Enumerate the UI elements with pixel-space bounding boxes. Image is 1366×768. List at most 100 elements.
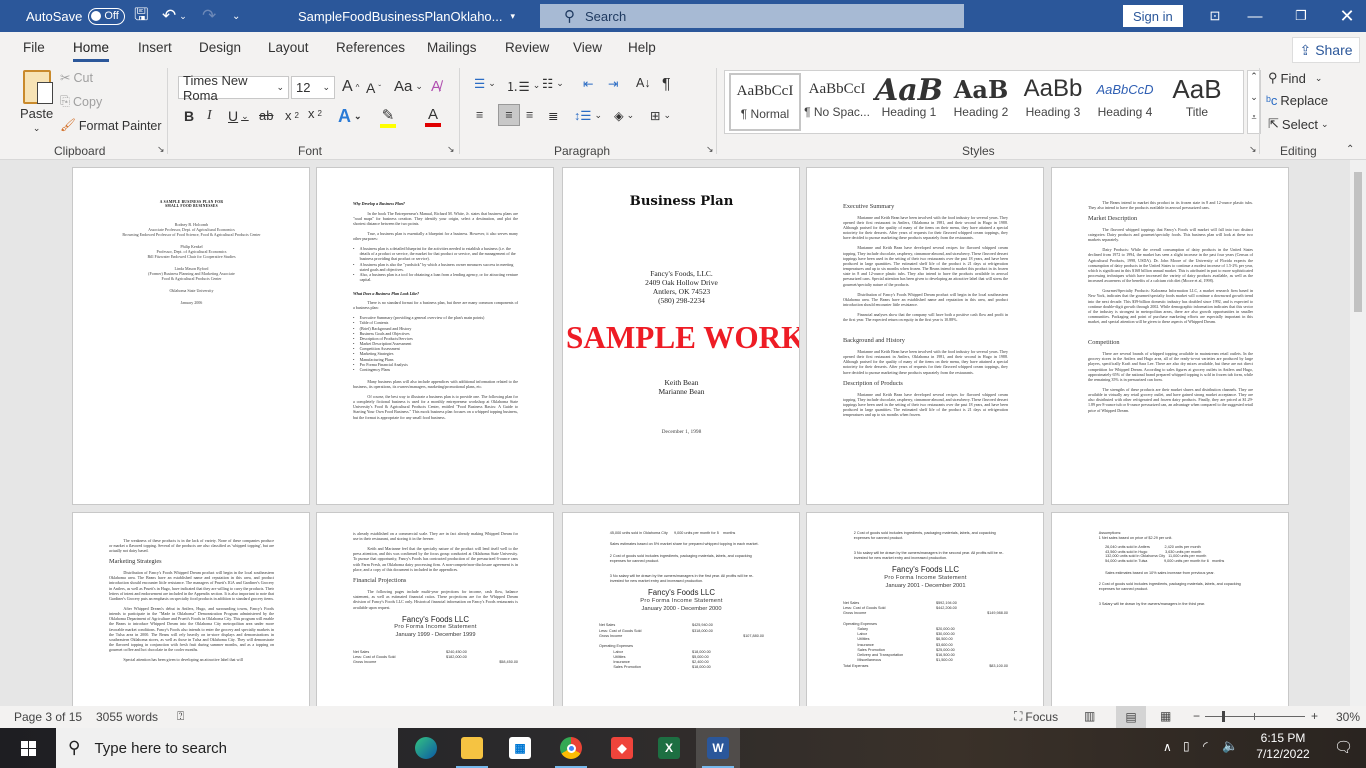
tab-view[interactable]: View (573, 40, 602, 55)
style-no-spacing[interactable]: AaBbCcI ¶ No Spac... (801, 73, 873, 131)
superscript-icon[interactable]: x2 (308, 106, 322, 121)
web-layout-icon[interactable]: ▦ (1160, 709, 1171, 723)
justify-icon[interactable]: ≣ (548, 108, 558, 123)
paste-dropdown-icon[interactable]: ⌄ (33, 123, 41, 134)
more-styles-icon[interactable]: ⩡ (1251, 112, 1256, 133)
decrease-indent-icon[interactable]: ⇤ (583, 76, 593, 91)
zoom-level[interactable]: 30% (1336, 710, 1360, 724)
align-right-icon[interactable]: ≡ (526, 108, 533, 122)
document-page[interactable]: is already established on a commercial s… (316, 512, 554, 706)
shading-icon[interactable]: ◈ ⌄ (614, 108, 634, 123)
edge-app[interactable] (404, 728, 448, 768)
share-button[interactable]: ⇪ Share (1292, 37, 1360, 63)
font-size-select[interactable]: 12 ⌄ (291, 76, 335, 99)
strikethrough-icon[interactable]: ab (259, 108, 273, 123)
start-button[interactable] (6, 728, 50, 768)
wifi-icon[interactable]: ◜ (1203, 739, 1208, 753)
restore-button[interactable]: ❐ (1281, 0, 1321, 32)
save-icon[interactable]: 🖫 (134, 0, 148, 32)
style-heading-3[interactable]: AaBb Heading 3 (1017, 73, 1089, 131)
clear-formatting-icon[interactable]: A̸ (431, 78, 441, 95)
copy-button[interactable]: ⎘ Copy (60, 94, 102, 109)
find-button[interactable]: ⚲ Find ⌄ (1268, 70, 1322, 86)
style-title[interactable]: AaB Title (1161, 73, 1233, 131)
document-area[interactable]: A SAMPLE BUSINESS PLAN FOR SMALL FOOD BUS… (0, 160, 1350, 706)
tab-help[interactable]: Help (628, 40, 656, 55)
grow-font-icon[interactable]: A ^ (342, 78, 359, 96)
redo-icon[interactable]: ↷ (202, 0, 216, 32)
increase-indent-icon[interactable]: ⇥ (608, 76, 618, 91)
volume-icon[interactable]: 🔈 (1222, 738, 1238, 754)
close-button[interactable]: ✕ (1327, 0, 1366, 32)
paste-button[interactable]: Paste ⌄ (20, 70, 53, 134)
document-page[interactable]: A SAMPLE BUSINESS PLAN FOR SMALL FOOD BUS… (72, 167, 310, 505)
borders-icon[interactable]: ⊞ ⌄ (650, 108, 671, 123)
highlight-color-icon[interactable]: ✎ (380, 106, 396, 128)
autosave-control[interactable]: AutoSave Off (26, 0, 125, 32)
anydesk-app[interactable]: ◆ (600, 728, 644, 768)
excel-app[interactable]: X (647, 728, 691, 768)
file-explorer-app[interactable] (450, 728, 494, 768)
line-spacing-icon[interactable]: ↕☰ ⌄ (574, 108, 602, 123)
sign-in-button[interactable]: Sign in (1123, 5, 1183, 27)
customize-qat-icon[interactable]: ⌄ (232, 0, 240, 32)
align-center-icon[interactable]: ≡ (498, 104, 520, 126)
zoom-in-button[interactable]: + (1311, 709, 1318, 723)
proofing-icon[interactable]: ⍰ (177, 709, 184, 724)
multilevel-list-icon[interactable]: ☷ ⌄ (542, 76, 564, 91)
format-painter-button[interactable]: 🖌 Format Painter (60, 118, 162, 133)
zoom-slider[interactable] (1205, 711, 1305, 722)
style-normal[interactable]: AaBbCcI ¶ Normal (729, 73, 801, 131)
numbering-icon[interactable]: ⒈☰ ⌄ (506, 76, 540, 95)
search-box[interactable]: ⚲ Search (540, 4, 964, 28)
show-formatting-marks-icon[interactable]: ¶ (662, 76, 671, 94)
document-page[interactable]: Assumptions: 1 Net sales based on price o… (1051, 512, 1289, 706)
word-app[interactable]: W (696, 728, 740, 768)
store-app[interactable]: ▦ (498, 728, 542, 768)
read-mode-icon[interactable]: ▥ (1084, 709, 1095, 723)
bold-icon[interactable]: B (184, 108, 194, 124)
tab-insert[interactable]: Insert (138, 40, 172, 55)
battery-icon[interactable]: ▯ (1183, 739, 1190, 753)
document-page[interactable]: Business Plan Fancy's Foods, LLC. 2409 Oak… (562, 167, 800, 505)
subscript-icon[interactable]: x2 (285, 108, 299, 123)
document-page[interactable]: The Beans intend to market this product … (1051, 167, 1289, 505)
font-name-select[interactable]: Times New Roma ⌄ (178, 73, 289, 103)
word-count[interactable]: 3055 words (96, 710, 158, 724)
tab-file[interactable]: File (23, 40, 45, 55)
clipboard-launcher-icon[interactable]: ↘ (157, 144, 165, 155)
font-color-icon[interactable]: A (425, 106, 441, 127)
zoom-slider-thumb[interactable] (1222, 711, 1225, 722)
chrome-app[interactable] (549, 728, 593, 768)
document-page[interactable]: Executive Summary Marianne and Keith Bean… (806, 167, 1044, 505)
autosave-toggle[interactable]: Off (88, 7, 125, 25)
style-heading-2[interactable]: AaB Heading 2 (945, 73, 1017, 131)
shrink-font-icon[interactable]: Aˇ (366, 80, 381, 96)
page-count[interactable]: Page 3 of 15 (14, 710, 82, 724)
italic-icon[interactable]: I (207, 108, 212, 124)
collapse-ribbon-icon[interactable]: ⌃ (1346, 144, 1354, 155)
clock[interactable]: 6:15 PM 7/12/2022 (1250, 731, 1316, 761)
text-effects-icon[interactable]: A ⌄ (338, 106, 362, 127)
show-hidden-icons[interactable]: ∧ (1163, 740, 1172, 754)
font-launcher-icon[interactable]: ↘ (447, 144, 455, 155)
document-page[interactable]: 45,000 units sold in Oklahoma City 9,000… (562, 512, 800, 706)
notifications-icon[interactable]: 🗨 (1334, 738, 1353, 756)
select-button[interactable]: ⇱ Select ⌄ (1268, 116, 1329, 132)
bullets-icon[interactable]: ☰ ⌄ (474, 76, 496, 91)
sort-icon[interactable]: A↓ (636, 76, 651, 90)
tab-layout[interactable]: Layout (268, 40, 309, 55)
document-page[interactable]: 2 Cost of goods sold includes ingredient… (806, 512, 1044, 706)
zoom-out-button[interactable]: − (1193, 709, 1200, 723)
paragraph-launcher-icon[interactable]: ↘ (706, 144, 714, 155)
document-title[interactable]: SampleFoodBusinessPlanOklaho... ▾ (298, 0, 515, 32)
vertical-scrollbar[interactable] (1350, 160, 1366, 706)
document-page[interactable]: Why Develop a Business Plan? In the book … (316, 167, 554, 505)
tab-review[interactable]: Review (505, 40, 549, 55)
tab-home[interactable]: Home (73, 40, 110, 62)
tab-references[interactable]: References (336, 40, 405, 55)
align-left-icon[interactable]: ≡ (476, 108, 483, 122)
cut-button[interactable]: ✂ Cut (60, 70, 93, 86)
underline-icon[interactable]: U ⌄ (228, 108, 249, 124)
tab-design[interactable]: Design (199, 40, 241, 55)
